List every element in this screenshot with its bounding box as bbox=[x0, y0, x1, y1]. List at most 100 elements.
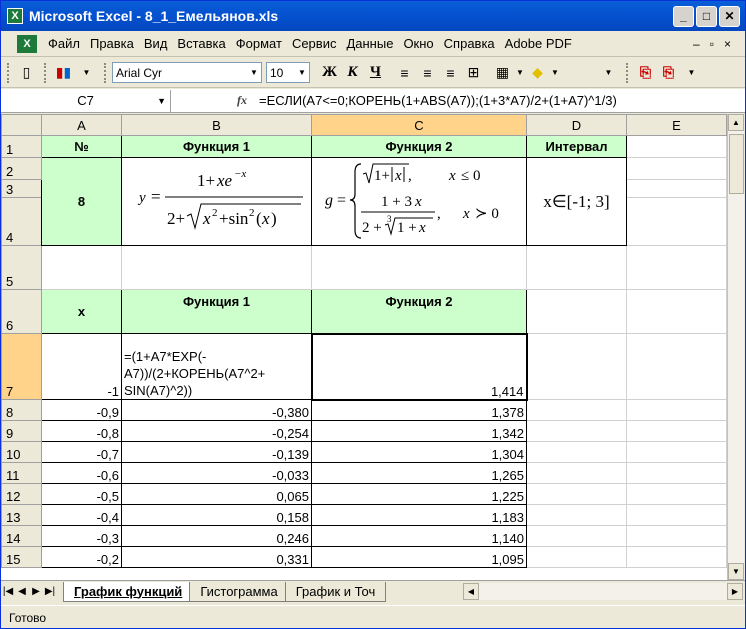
row-header[interactable]: 7 bbox=[1, 333, 42, 400]
cell-empty[interactable] bbox=[626, 546, 727, 568]
cell-function2-value[interactable]: 1,095 bbox=[311, 546, 527, 568]
last-sheet-icon[interactable]: ▶| bbox=[43, 586, 57, 597]
cell-empty[interactable] bbox=[526, 399, 627, 421]
row-header[interactable]: 12 bbox=[1, 483, 42, 505]
sheet-tab-histogram[interactable]: Гистограмма bbox=[189, 581, 289, 602]
column-header-b[interactable]: B bbox=[121, 114, 312, 136]
menu-tools[interactable]: Сервис bbox=[287, 36, 342, 51]
cell-empty[interactable] bbox=[626, 525, 727, 547]
cell-x-value[interactable]: -0,6 bbox=[41, 462, 122, 484]
cell-function1-value[interactable]: -0,254 bbox=[121, 420, 312, 442]
column-header-d[interactable]: D bbox=[526, 114, 627, 136]
cell-function1-value[interactable]: 0,331 bbox=[121, 546, 312, 568]
menu-help[interactable]: Справка bbox=[439, 36, 500, 51]
font-name-select[interactable]: Arial Cyr ▼ bbox=[112, 62, 262, 83]
cell-d2[interactable]: x∈[-1; 3] bbox=[526, 157, 627, 246]
cell-c1[interactable]: Функция 2 bbox=[311, 135, 527, 158]
cell-empty[interactable] bbox=[526, 546, 627, 568]
cell-c6[interactable]: Функция 2 bbox=[311, 289, 527, 334]
cell-function2-value[interactable]: 1,342 bbox=[311, 420, 527, 442]
first-sheet-icon[interactable]: |◀ bbox=[1, 586, 15, 597]
cell-c5[interactable] bbox=[311, 245, 527, 290]
merge-center-icon[interactable]: ⊞ bbox=[462, 62, 485, 84]
maximize-button[interactable]: □ bbox=[696, 5, 717, 27]
doc-minimize-button[interactable]: – bbox=[693, 37, 700, 51]
toolbar-options-icon[interactable]: ▼ bbox=[597, 62, 620, 84]
column-header-a[interactable]: A bbox=[41, 114, 122, 136]
prev-sheet-icon[interactable]: ◀ bbox=[15, 586, 29, 597]
scroll-left-icon[interactable]: ◀ bbox=[463, 583, 479, 600]
borders-icon[interactable]: ▦ bbox=[491, 62, 514, 84]
cell-d1[interactable]: Интервал bbox=[526, 135, 627, 158]
cell-x-value[interactable]: -0,4 bbox=[41, 504, 122, 526]
cell-empty[interactable] bbox=[626, 399, 727, 421]
cell-empty[interactable] bbox=[526, 504, 627, 526]
insert-function-icon[interactable]: fx bbox=[229, 93, 255, 108]
cell-function2-value[interactable]: 1,183 bbox=[311, 504, 527, 526]
cell-function2-value[interactable]: 1,265 bbox=[311, 462, 527, 484]
cell-x-value[interactable]: -0,5 bbox=[41, 483, 122, 505]
menu-edit[interactable]: Правка bbox=[85, 36, 139, 51]
menu-insert[interactable]: Вставка bbox=[172, 36, 230, 51]
cell-x-value[interactable]: -0,3 bbox=[41, 525, 122, 547]
cell-empty[interactable] bbox=[626, 420, 727, 442]
toolbar-options-icon[interactable]: ▼ bbox=[75, 62, 98, 84]
cell-empty[interactable] bbox=[526, 525, 627, 547]
row-header[interactable]: 1 bbox=[1, 135, 42, 158]
cell-function1-value[interactable]: 0,246 bbox=[121, 525, 312, 547]
cell-e1[interactable] bbox=[626, 135, 727, 158]
cell-b7[interactable]: =(1+A7*EXP(- A7))/(2+КОРЕНЬ(A7^2+ SIN(A7… bbox=[121, 333, 312, 400]
cell-empty[interactable] bbox=[626, 483, 727, 505]
bold-button[interactable]: Ж bbox=[318, 62, 341, 84]
cell-e2[interactable] bbox=[626, 156, 727, 181]
worksheet-grid[interactable]: A B C D E 1 № Функция 1 Функция 2 Интерв… bbox=[1, 114, 727, 580]
cell-a1[interactable]: № bbox=[41, 135, 122, 158]
cell-a6[interactable]: x bbox=[41, 289, 122, 334]
cell-x-value[interactable]: -0,8 bbox=[41, 420, 122, 442]
horizontal-scrollbar[interactable]: ◀ ▶ bbox=[463, 583, 743, 600]
vertical-scrollbar[interactable]: ▲ ▼ bbox=[727, 114, 744, 580]
new-document-icon[interactable]: ▯ bbox=[15, 62, 38, 84]
scroll-thumb[interactable] bbox=[729, 134, 744, 194]
name-box[interactable]: C7 ▼ bbox=[1, 89, 171, 112]
sheet-tab-graph-points[interactable]: График и Точ bbox=[284, 581, 387, 602]
row-header[interactable]: 9 bbox=[1, 420, 42, 442]
font-size-select[interactable]: 10 ▼ bbox=[266, 62, 310, 83]
row-header[interactable]: 15 bbox=[1, 546, 42, 568]
menu-format[interactable]: Формат bbox=[231, 36, 287, 51]
chevron-down-icon[interactable]: ▼ bbox=[514, 62, 526, 84]
cell-c7-active[interactable]: 1,414 bbox=[310, 332, 528, 401]
chevron-down-icon[interactable]: ▼ bbox=[247, 63, 261, 82]
excel-app-icon[interactable]: X bbox=[7, 8, 23, 24]
cell-empty[interactable] bbox=[626, 462, 727, 484]
doc-restore-button[interactable]: ▫ bbox=[710, 37, 714, 51]
chart-wizard-icon[interactable]: ▮ ▮ bbox=[52, 62, 75, 84]
pdf-email-icon[interactable]: ⎘ bbox=[657, 62, 680, 84]
pdf-convert-icon[interactable]: ⎘ bbox=[634, 62, 657, 84]
row-header[interactable]: 10 bbox=[1, 441, 42, 463]
row-header[interactable]: 5 bbox=[1, 245, 42, 290]
toolbar-grip[interactable] bbox=[7, 62, 11, 83]
row-header[interactable]: 13 bbox=[1, 504, 42, 526]
cell-function2-value[interactable]: 1,140 bbox=[311, 525, 527, 547]
align-left-icon[interactable]: ≡ bbox=[393, 62, 416, 84]
cell-e7[interactable] bbox=[626, 333, 727, 400]
workbook-icon[interactable]: X bbox=[17, 34, 37, 53]
row-header[interactable]: 2 bbox=[1, 156, 42, 181]
row-header[interactable]: 6 bbox=[1, 289, 42, 334]
cell-a2[interactable]: 8 bbox=[41, 157, 122, 246]
cell-b6[interactable]: Функция 1 bbox=[121, 289, 312, 334]
align-right-icon[interactable]: ≡ bbox=[439, 62, 462, 84]
cell-function1-value[interactable]: -0,139 bbox=[121, 441, 312, 463]
title-bar[interactable]: X Microsoft Excel - 8_1_Емельянов.xls _ … bbox=[1, 1, 745, 31]
cell-x-value[interactable]: -0,2 bbox=[41, 546, 122, 568]
chevron-down-icon[interactable]: ▼ bbox=[157, 96, 166, 106]
chevron-down-icon[interactable]: ▼ bbox=[295, 63, 309, 82]
scroll-right-icon[interactable]: ▶ bbox=[727, 583, 743, 600]
cell-e6[interactable] bbox=[626, 289, 727, 334]
cell-x-value[interactable]: -0,7 bbox=[41, 441, 122, 463]
cell-e4[interactable] bbox=[626, 197, 727, 246]
align-center-icon[interactable]: ≡ bbox=[416, 62, 439, 84]
column-header-e[interactable]: E bbox=[626, 114, 727, 136]
doc-close-button[interactable]: × bbox=[724, 37, 731, 51]
